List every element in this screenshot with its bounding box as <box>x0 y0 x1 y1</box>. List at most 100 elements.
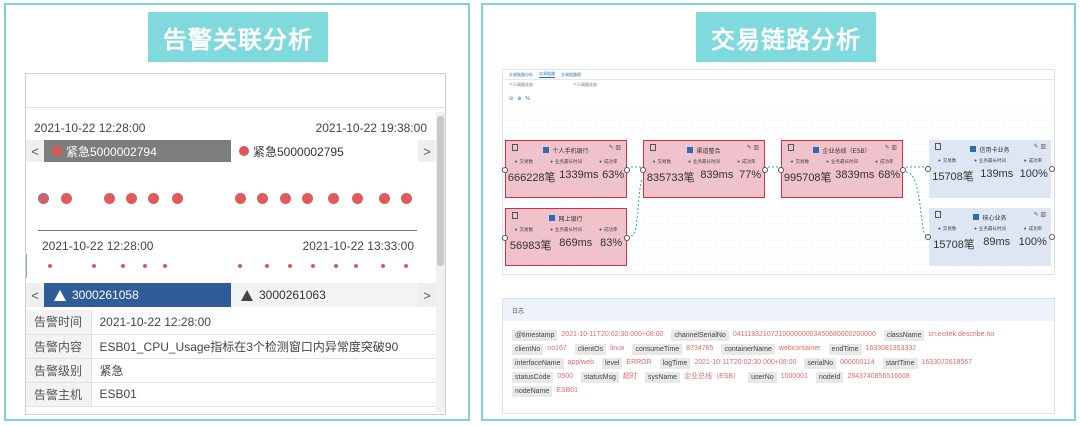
panel-title: 交易链路分析 <box>696 12 876 62</box>
flow-node-esb[interactable]: 企业总线（ESB） ✎ ▥ 交易数 业务最长时间 成功率 995708笔3839ms6… <box>778 140 906 198</box>
node-port[interactable] <box>1049 234 1055 240</box>
alarm-event-marker[interactable] <box>379 193 390 204</box>
alarm-event-marker[interactable] <box>257 193 268 204</box>
detail-value: 2021-10-22 12:28:00 <box>91 310 436 335</box>
alarm-event-marker[interactable] <box>38 193 49 204</box>
node-port[interactable] <box>624 167 630 173</box>
log-field: sysName 企业总线（ESB） <box>644 370 742 384</box>
alarm-event-marker[interactable] <box>126 193 137 204</box>
metric-label: 业务最长时间 <box>688 159 720 165</box>
flow-node-core-business[interactable]: 核心业务 ✎ ▥ 交易数 业务最长时间 成功率 15708笔 89ms 100% <box>925 208 1055 266</box>
metric-label: 交易数 <box>790 159 810 165</box>
log-key: nodeName <box>512 385 553 397</box>
log-value: ERROR <box>626 359 652 366</box>
log-field: interfaceName app/web <box>512 356 596 370</box>
edit-delete-icon[interactable]: ✎ ▥ <box>609 144 621 151</box>
alarm-tab-row: < 紧急5000002794 紧急5000002795 > <box>26 140 436 162</box>
node-type-icon <box>549 215 556 221</box>
vertical-scrollbar[interactable] <box>436 112 445 412</box>
alarm-event-marker[interactable] <box>280 193 291 204</box>
edit-delete-icon[interactable]: ✎ ▥ <box>885 144 897 151</box>
flow-node-channel-integration[interactable]: 渠道整合 ✎ ▥ 交易数 业务最长时间 成功率 835733笔 839ms 77% <box>640 140 768 198</box>
alarm-tab2-1[interactable]: 3000261058 <box>44 283 231 307</box>
alarm-tab-1[interactable]: 紧急5000002794 <box>44 140 231 162</box>
alarm-event-marker[interactable] <box>172 193 183 204</box>
log-key: startTime <box>882 357 918 369</box>
tab-prev-button[interactable]: < <box>26 140 44 162</box>
log-key: userNo <box>748 371 777 383</box>
alarm-event-marker[interactable] <box>104 193 115 204</box>
log-value: linux <box>610 345 625 352</box>
alarm-event-marker[interactable] <box>352 193 363 204</box>
node-rate: 77% <box>739 169 762 181</box>
node-port[interactable] <box>900 167 906 173</box>
metric-label: 成功率 <box>875 159 894 165</box>
node-count: 995708笔 <box>783 172 832 184</box>
log-field: serialNo 000000114 <box>804 356 876 370</box>
mini-event-marker <box>92 264 96 268</box>
node-port[interactable] <box>762 167 768 173</box>
flow-node-online-banking[interactable]: 网上银行 交易数 业务最长时间 成功率 56983笔 869ms 83% <box>502 208 630 266</box>
metric-label: 成功率 <box>599 227 618 233</box>
node-name: 企业总线（ESB） <box>822 148 871 155</box>
log-field: nodeId 2843740856516608 <box>815 370 912 384</box>
node-count: 835733笔 <box>646 172 695 184</box>
alarm-event-marker[interactable] <box>302 193 313 204</box>
flow-node-mobile-banking[interactable]: 个人手机银行 ✎ ▥ 交易数 业务最长时间 成功率 666228笔1339ms63% <box>502 140 630 198</box>
alarm-event-marker[interactable] <box>401 193 412 204</box>
mini-event-marker <box>354 264 358 268</box>
log-key: nodeId <box>815 371 844 383</box>
mini-event-marker <box>143 264 147 268</box>
log-value: ESB01 <box>556 387 579 394</box>
doc-icon <box>650 144 656 151</box>
edit-delete-icon[interactable]: ✎ ▥ <box>747 144 759 151</box>
alarm-tab-label: 紧急5000002795 <box>253 144 344 159</box>
detail-value: ESB01 <box>91 382 436 407</box>
log-key: clientNo <box>512 343 544 355</box>
metric-label: 交易数 <box>938 158 957 164</box>
log-key: statusMsg <box>581 371 619 383</box>
edit-delete-icon[interactable]: ✎ ▥ <box>1034 143 1046 150</box>
mini-event-marker <box>334 264 338 268</box>
log-field: clientOs linux <box>574 342 627 356</box>
log-value: 8734765 <box>686 345 714 352</box>
node-port[interactable] <box>640 167 646 173</box>
mini-event-marker <box>238 264 242 268</box>
scrollbar-thumb[interactable] <box>437 116 444 266</box>
log-field: className cn.ecitek.describe.no <box>883 328 996 342</box>
node-port[interactable] <box>925 166 931 172</box>
node-port[interactable] <box>624 235 630 241</box>
alarm-event-marker[interactable] <box>61 193 72 204</box>
node-port[interactable] <box>778 167 784 173</box>
log-value: 000000114 <box>840 359 875 366</box>
alarm-event-marker[interactable] <box>148 193 159 204</box>
alarm-tab2-2[interactable]: 3000261063 <box>231 283 418 307</box>
node-port[interactable] <box>925 234 931 240</box>
node-port[interactable] <box>502 167 508 173</box>
metric-label: 成功率 <box>599 159 618 165</box>
log-key: containerName <box>721 343 775 355</box>
metric-label: 交易数 <box>652 159 672 165</box>
alarm-tab-2[interactable]: 紧急5000002795 <box>231 140 418 162</box>
tab2-prev-button[interactable]: < <box>26 283 44 307</box>
flow-node-credit-card[interactable]: 信用卡业务 ✎ ▥ 交易数 业务最长时间 成功率 15708笔 139ms 100% <box>925 140 1055 198</box>
tab2-next-button[interactable]: > <box>418 283 436 307</box>
timeline-start: 2021-10-22 12:28:00 <box>34 121 146 135</box>
mini-event-marker <box>381 264 385 268</box>
node-count: 15708笔 <box>933 239 975 251</box>
node-port[interactable] <box>1049 166 1055 172</box>
flow-window: 交易链路分析 交易链路 交易链路图 个人网银业务 个人网银业务 ⊖ ⊕ % 个人… <box>502 69 1055 275</box>
edit-delete-icon[interactable]: ✎ ▥ <box>1034 211 1046 218</box>
alarm-event-marker[interactable] <box>328 193 339 204</box>
tab-next-button[interactable]: > <box>418 140 436 162</box>
log-key: level <box>602 357 623 369</box>
log-key: className <box>883 329 925 341</box>
alarm-event-marker[interactable] <box>235 193 246 204</box>
timeline-end: 2021-10-22 19:38:00 <box>315 121 427 135</box>
doc-icon <box>512 144 518 151</box>
log-value: webcontainer <box>778 345 821 352</box>
metric-label: 业务最长时间 <box>826 159 858 165</box>
node-latency: 139ms <box>980 168 1014 180</box>
node-port[interactable] <box>502 235 508 241</box>
log-field: level ERROR <box>602 356 654 370</box>
